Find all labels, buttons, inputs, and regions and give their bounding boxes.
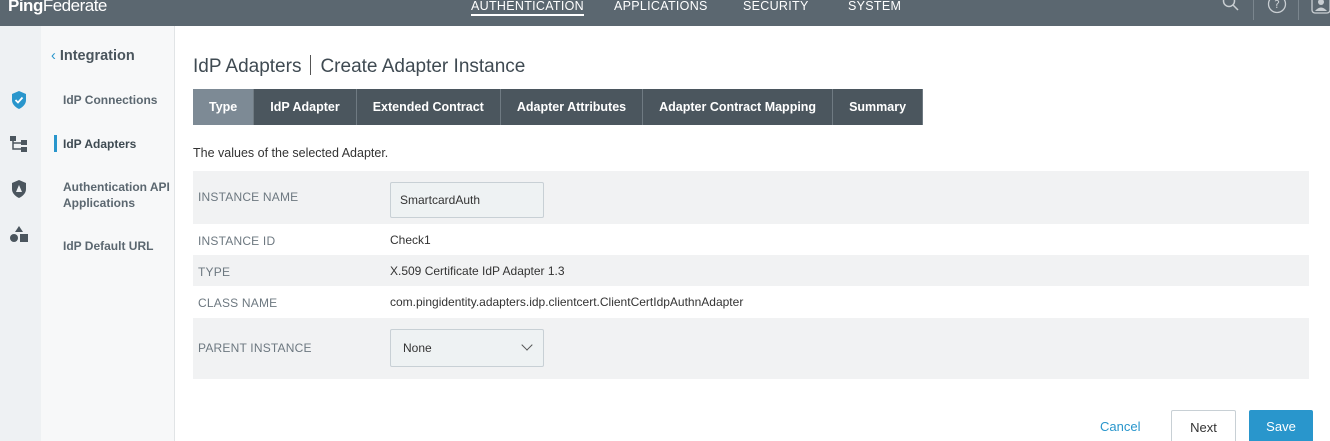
chevron-left-icon: ‹ (51, 48, 56, 64)
form-row-parent-instance: PARENT INSTANCE None (193, 318, 1309, 379)
top-divider (1253, 0, 1254, 20)
chevron-down-icon (521, 339, 533, 351)
help-icon[interactable]: ? (1267, 0, 1287, 19)
title-divider (310, 55, 312, 75)
wizard-tabs: Type IdP Adapter Extended Contract Adapt… (193, 89, 924, 125)
parent-instance-selected: None (403, 341, 432, 355)
page-description: The values of the selected Adapter. (193, 146, 389, 160)
sidebar-active-indicator (54, 135, 57, 152)
save-button[interactable]: Save (1249, 410, 1313, 441)
shapes-icon[interactable] (9, 224, 29, 244)
tab-adapter-attributes[interactable]: Adapter Attributes (500, 89, 644, 125)
tab-adapter-contract-mapping[interactable]: Adapter Contract Mapping (643, 89, 834, 125)
pingfederate-logo[interactable]: PingFederate (8, 0, 107, 16)
svg-text:?: ? (1274, 0, 1280, 11)
hierarchy-icon[interactable] (9, 134, 29, 154)
top-divider (1298, 0, 1299, 20)
nav-applications[interactable]: APPLICATIONS (614, 0, 708, 13)
nav-authentication[interactable]: AUTHENTICATION (471, 0, 584, 16)
sidebar-item-idp-connections[interactable]: IdP Connections (63, 92, 157, 108)
page-title: IdP Adapters Create Adapter Instance (193, 55, 525, 78)
page-title-action: Create Adapter Instance (320, 56, 526, 77)
search-icon[interactable] (1222, 0, 1240, 17)
tab-type[interactable]: Type (193, 89, 255, 125)
instance-id-value: Check1 (390, 233, 431, 247)
sidebar-heading: Integration (59, 48, 135, 64)
next-button[interactable]: Next (1171, 410, 1236, 441)
form-row-class-name: CLASS NAME com.pingidentity.adapters.idp… (193, 286, 1309, 318)
top-bar: PingFederate AUTHENTICATION APPLICATIONS… (0, 0, 1330, 26)
type-value: X.509 Certificate IdP Adapter 1.3 (390, 264, 565, 278)
class-name-value: com.pingidentity.adapters.idp.clientcert… (390, 295, 744, 309)
secondary-sidebar: ‹ Integration IdP Connections IdP Adapter… (41, 26, 175, 441)
sidebar-item-idp-adapters[interactable]: IdP Adapters (63, 136, 136, 152)
tab-summary[interactable]: Summary (833, 89, 924, 125)
nav-security[interactable]: SECURITY (743, 0, 809, 13)
user-icon[interactable] (1311, 0, 1330, 19)
instance-name-label: INSTANCE NAME (198, 190, 299, 204)
page-title-section: IdP Adapters (193, 56, 302, 77)
shield-check-icon[interactable] (9, 90, 29, 110)
tab-extended-contract[interactable]: Extended Contract (356, 89, 501, 125)
sidebar-back-integration[interactable]: ‹ Integration (51, 48, 135, 64)
form-row-type: TYPE X.509 Certificate IdP Adapter 1.3 (193, 255, 1309, 286)
tab-idp-adapter[interactable]: IdP Adapter (254, 89, 357, 125)
shield-lock-icon[interactable] (9, 179, 29, 199)
logo-brand-thin: Federate (42, 0, 108, 15)
nav-system[interactable]: SYSTEM (848, 0, 901, 13)
logo-brand-bold: Ping (8, 0, 43, 15)
parent-instance-select[interactable]: None (390, 329, 544, 367)
sidebar-item-idp-default-url[interactable]: IdP Default URL (63, 238, 153, 254)
cancel-button[interactable]: Cancel (1100, 419, 1140, 434)
class-name-label: CLASS NAME (198, 296, 278, 310)
form-row-instance-id: INSTANCE ID Check1 (193, 224, 1309, 255)
type-label: TYPE (198, 265, 231, 279)
instance-name-input[interactable] (390, 182, 544, 218)
icon-rail (0, 26, 41, 441)
parent-instance-label: PARENT INSTANCE (198, 341, 312, 355)
form-row-instance-name: INSTANCE NAME (193, 171, 1309, 224)
instance-id-label: INSTANCE ID (198, 234, 276, 248)
sidebar-item-authentication-api-applications[interactable]: Authentication API Applications (63, 179, 171, 211)
